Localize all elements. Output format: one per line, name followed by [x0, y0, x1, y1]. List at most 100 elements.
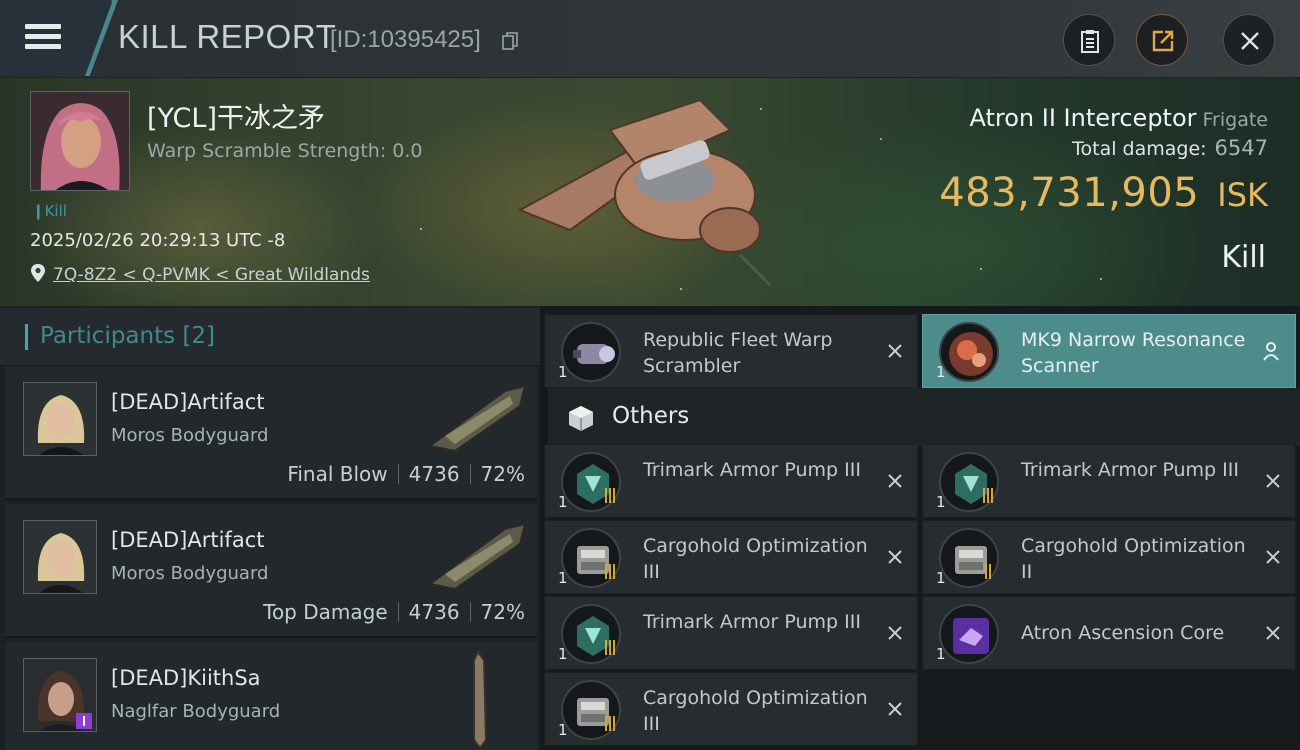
module-slot-highlighted[interactable]: 1 MK9 Narrow Resonance Scanner: [922, 314, 1296, 388]
participant-percent: 72%: [480, 462, 525, 486]
isk-amount: 483,731,905: [939, 170, 1200, 216]
participant-row[interactable]: [DEAD]KiithSa Naglfar Bodyguard: [5, 642, 537, 750]
tier-marker: [605, 488, 617, 503]
module-quantity: 1: [936, 569, 946, 587]
divider: [397, 464, 399, 484]
module-name: Cargohold Optimization III: [643, 535, 868, 583]
kill-tag: ❙Kill: [32, 202, 67, 220]
module-quantity: 1: [936, 645, 946, 663]
participant-avatar[interactable]: [23, 382, 97, 456]
participants-title: Participants [2]: [40, 323, 215, 349]
module-quantity: 1: [558, 363, 568, 381]
clipboard-button[interactable]: [1063, 14, 1115, 66]
participant-name[interactable]: [DEAD]KiithSa: [111, 666, 261, 690]
copy-icon[interactable]: [502, 32, 518, 50]
close-button[interactable]: [1223, 14, 1275, 66]
armor-pump-icon: [939, 452, 999, 512]
participant-ship: Naglfar Bodyguard: [111, 701, 281, 722]
armor-pump-icon: [561, 452, 621, 512]
module-slot[interactable]: 1 Atron Ascension Core: [922, 596, 1296, 670]
warp-scrambler-icon: [561, 322, 621, 382]
participant-ship-image: [427, 522, 527, 591]
divider: [397, 602, 399, 622]
participant-ship-image: [473, 650, 488, 750]
share-button[interactable]: [1136, 14, 1188, 66]
location-pin-icon: [31, 264, 45, 282]
destroyed-x-icon: [1266, 626, 1280, 640]
module-quantity: 1: [558, 721, 568, 739]
cube-icon: [569, 406, 593, 431]
participant-damage: 4736: [408, 600, 460, 624]
hamburger-menu-icon[interactable]: [25, 24, 61, 50]
victim-avatar[interactable]: [30, 91, 130, 191]
isk-unit: ISK: [1217, 176, 1268, 214]
ship-type: Atron II Interceptor Frigate: [970, 104, 1269, 132]
close-icon: [1241, 32, 1259, 50]
module-name: Trimark Armor Pump III: [1021, 459, 1239, 481]
participant-row[interactable]: [DEAD]Artifact Moros Bodyguard Top Damag…: [5, 504, 537, 638]
total-damage-value: 6547: [1214, 136, 1268, 160]
kill-summary-panel: [YCL]干冰之矛 Warp Scramble Strength: 0.0 ❙K…: [0, 78, 1300, 306]
cargohold-icon: [561, 528, 621, 588]
module-slot[interactable]: 1 Trimark Armor Pump III: [544, 596, 918, 670]
ship-class: Frigate: [1202, 109, 1268, 131]
participants-panel: Participants [2] [DEAD]Artifact Moros Bo…: [0, 306, 540, 750]
divider: [469, 464, 471, 484]
total-damage: Total damage: 6547: [1072, 136, 1268, 160]
total-damage-label: Total damage:: [1072, 138, 1207, 160]
module-quantity: 1: [936, 363, 946, 381]
report-id: [ID:10395425]: [330, 26, 481, 53]
module-slot[interactable]: 1 Republic Fleet Warp Scrambler: [544, 314, 918, 388]
participants-header[interactable]: Participants [2]: [0, 308, 540, 366]
participant-name[interactable]: [DEAD]Artifact: [111, 528, 264, 552]
page-title: KILL REPORT: [118, 18, 337, 55]
participant-name[interactable]: [DEAD]Artifact: [111, 390, 264, 414]
victim-name[interactable]: [YCL]干冰之矛: [147, 96, 325, 135]
participants-accent-bar: [25, 324, 28, 350]
share-icon: [1152, 30, 1174, 52]
module-quantity: 1: [558, 569, 568, 587]
participant-avatar[interactable]: [23, 520, 97, 594]
clipboard-icon: [1081, 30, 1099, 53]
location-link[interactable]: 7Q-8Z2 < Q-PVMK < Great Wildlands: [53, 265, 370, 285]
module-slot[interactable]: 1 Cargohold Optimization II: [922, 520, 1296, 594]
participant-row[interactable]: [DEAD]Artifact Moros Bodyguard Final Blo…: [5, 366, 537, 500]
module-name: Republic Fleet Warp Scrambler: [643, 329, 833, 377]
participant-ship: Moros Bodyguard: [111, 563, 269, 584]
module-name: MK9 Narrow Resonance Scanner: [1021, 329, 1246, 377]
module-slot[interactable]: 1 Trimark Armor Pump III: [922, 444, 1296, 518]
participant-stats: Final Blow 4736 72%: [287, 462, 525, 486]
ship-name[interactable]: Atron II Interceptor: [970, 104, 1197, 132]
tier-marker: [605, 716, 617, 731]
module-slot[interactable]: 1 Cargohold Optimization III: [544, 672, 918, 746]
tier-marker: [605, 640, 617, 655]
kill-datetime: 2025/02/26 20:29:13 UTC -8: [30, 230, 286, 251]
module-name: Cargohold Optimization III: [643, 687, 868, 735]
destroyed-x-icon: [888, 474, 902, 488]
participant-role: Top Damage: [263, 600, 388, 624]
top-bar: KILL REPORT [ID:10395425]: [0, 0, 1300, 78]
ship-render: [517, 98, 772, 287]
module-quantity: 1: [936, 493, 946, 511]
participant-role: Final Blow: [287, 462, 388, 486]
ascension-core-icon: [939, 604, 999, 664]
module-slot[interactable]: 1 Cargohold Optimization III: [544, 520, 918, 594]
destroyed-x-icon: [1266, 474, 1280, 488]
module-name: Trimark Armor Pump III: [643, 459, 861, 481]
divider: [469, 602, 471, 622]
destroyed-x-icon: [888, 702, 902, 716]
kill-tag-label: Kill: [44, 202, 67, 220]
module-slot[interactable]: 1 Trimark Armor Pump III: [544, 444, 918, 518]
isk-value: 483,731,905 ISK: [939, 170, 1268, 216]
participant-avatar[interactable]: [23, 658, 97, 732]
destroyed-x-icon: [888, 626, 902, 640]
cargohold-icon: [939, 528, 999, 588]
module-quantity: 1: [558, 645, 568, 663]
tier-marker: [983, 488, 995, 503]
module-name: Trimark Armor Pump III: [643, 611, 861, 633]
cargohold-icon: [561, 680, 621, 740]
armor-pump-icon: [561, 604, 621, 664]
warp-scramble-strength: Warp Scramble Strength: 0.0: [147, 140, 423, 162]
others-title: Others: [612, 403, 690, 429]
result-label: Kill: [1221, 240, 1266, 275]
